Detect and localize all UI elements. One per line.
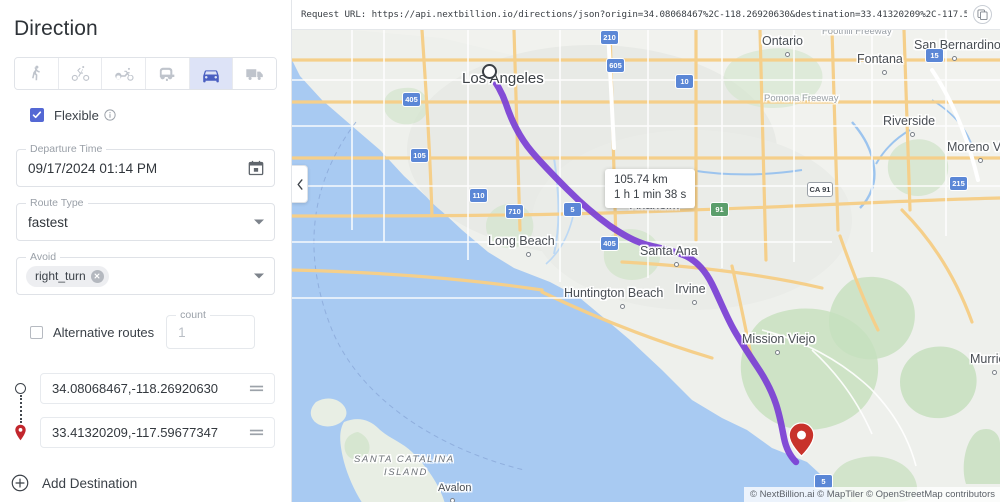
collapse-sidebar-handle[interactable]	[292, 165, 308, 203]
route-duration: 1 h 1 min 38 s	[614, 189, 687, 201]
origin-marker[interactable]	[482, 64, 497, 79]
truck-icon	[245, 68, 263, 80]
drag-handle-icon-dest[interactable]	[249, 425, 264, 440]
departure-time-value: 09/17/2024 01:14 PM	[28, 160, 158, 176]
request-url-bar: Request URL: https://api.nextbillion.io/…	[292, 0, 1000, 30]
count-input[interactable]: 1	[167, 325, 186, 340]
destination-input[interactable]: 33.41320209,-117.59677347	[40, 417, 275, 448]
request-url-value: https://api.nextbillion.io/directions/js…	[371, 9, 967, 20]
calendar-icon[interactable]	[248, 160, 264, 176]
flexible-label: Flexible	[54, 107, 99, 123]
origin-circle-icon	[0, 383, 40, 394]
chevron-down-icon-avoid[interactable]	[254, 273, 264, 279]
request-url-text: Request URL: https://api.nextbillion.io/…	[301, 9, 967, 20]
checkmark-icon	[32, 111, 42, 119]
map-area[interactable]: Request URL: https://api.nextbillion.io/…	[292, 0, 1000, 502]
car-icon	[203, 69, 219, 82]
avoid-chip[interactable]: right_turn	[26, 265, 109, 287]
destination-value: 33.41320209,-117.59677347	[52, 425, 219, 440]
route-type-legend: Route Type	[26, 197, 88, 210]
flexible-row: Flexible	[30, 106, 291, 124]
avoid-field[interactable]: Avoid right_turn	[16, 251, 275, 295]
flexible-checkbox[interactable]	[30, 108, 44, 122]
directions-app: Direction Flexible Departure Time 09/17/…	[0, 0, 1000, 502]
alternative-routes-label: Alternative routes	[53, 324, 155, 340]
route-info-tooltip: 105.74 km 1 h 1 min 38 s	[605, 169, 696, 208]
avoid-chip-label: right_turn	[35, 269, 86, 283]
add-destination-button[interactable]: Add Destination	[0, 470, 291, 496]
remove-chip-icon[interactable]	[90, 269, 104, 283]
bicycle-icon	[71, 65, 89, 81]
waypoint-list: 34.08068467,-118.26920630 33.41320209,-1…	[0, 373, 291, 496]
origin-input[interactable]: 34.08068467,-118.26920630	[40, 373, 275, 404]
alternative-routes-row: Alternative routes count 1	[30, 309, 291, 349]
count-legend: count	[176, 309, 210, 322]
add-destination-label: Add Destination	[42, 475, 138, 491]
map-canvas[interactable]: Los Angeles Ontario San Bernardino Fonta…	[292, 30, 1000, 502]
count-field[interactable]: count 1	[166, 309, 256, 349]
page-title: Direction	[14, 17, 98, 40]
route-type-value: fastest	[28, 214, 68, 230]
avoid-legend: Avoid	[26, 251, 61, 264]
auto-rickshaw-icon	[160, 67, 175, 81]
route-type-field[interactable]: Route Type fastest	[16, 197, 275, 241]
departure-time-legend: Departure Time	[26, 143, 107, 156]
waypoint-row-destination: 33.41320209,-117.59677347	[0, 417, 275, 448]
mode-truck[interactable]	[233, 58, 276, 89]
travel-mode-group	[14, 57, 277, 90]
plus-circle-icon	[0, 474, 40, 492]
info-icon[interactable]	[104, 109, 116, 121]
destination-pin-icon	[0, 424, 40, 441]
alternative-routes-checkbox[interactable]	[30, 325, 43, 339]
waypoint-row-origin: 34.08068467,-118.26920630	[0, 373, 275, 404]
walk-icon	[31, 65, 40, 81]
map-tiles	[292, 30, 1000, 502]
destination-marker[interactable]	[788, 422, 815, 462]
request-url-prefix: Request URL:	[301, 9, 367, 20]
drag-handle-icon[interactable]	[249, 381, 264, 396]
copy-icon[interactable]	[973, 5, 992, 24]
origin-value: 34.08068467,-118.26920630	[52, 381, 219, 396]
mode-bicycle[interactable]	[58, 58, 103, 89]
mode-car[interactable]	[189, 58, 234, 89]
motorcycle-icon	[114, 67, 134, 81]
departure-time-field[interactable]: Departure Time 09/17/2024 01:14 PM	[16, 143, 275, 187]
chevron-left-icon	[296, 178, 303, 190]
chevron-down-icon[interactable]	[254, 219, 264, 225]
direction-sidebar: Direction Flexible Departure Time 09/17/…	[0, 0, 292, 502]
mode-walk[interactable]	[15, 58, 59, 89]
mode-auto-rickshaw[interactable]	[146, 58, 190, 89]
map-attribution: © NextBillion.ai © MapTiler © OpenStreet…	[743, 487, 1000, 502]
mode-motorcycle[interactable]	[102, 58, 147, 89]
route-distance: 105.74 km	[614, 174, 668, 186]
